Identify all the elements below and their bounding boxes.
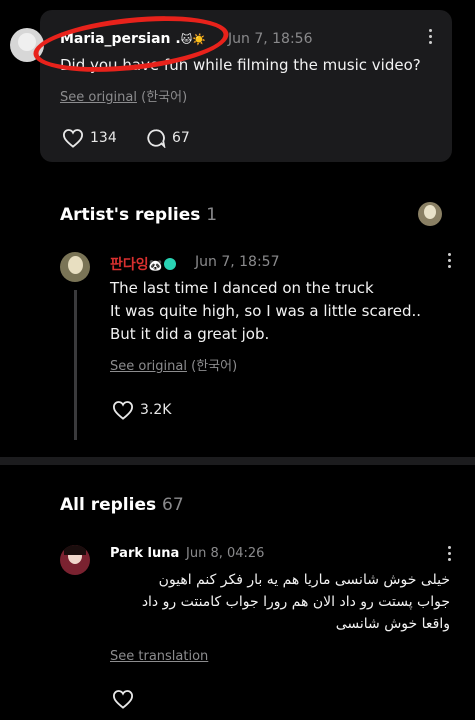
verified-badge-icon [164, 258, 177, 270]
park-luna-more-options-icon[interactable] [446, 546, 452, 564]
post-comment-count: 67 [172, 130, 190, 146]
post-see-original-lang: (한국어) [141, 90, 188, 105]
artist-reply-avatar[interactable] [60, 252, 90, 282]
comment-icon [147, 129, 166, 148]
artist-replies-count: 1 [206, 205, 218, 225]
post-comment-button[interactable]: 67 [146, 128, 190, 148]
all-replies-title: All replies [60, 495, 157, 515]
section-divider [0, 457, 475, 465]
artist-header-avatar[interactable] [418, 202, 442, 226]
thread-line [74, 290, 77, 440]
artist-reply-see-original-label: See original [110, 359, 187, 374]
post-timestamp: Jun 7, 18:56 [228, 31, 313, 47]
artist-reply-name[interactable]: 판다잉🐼 [110, 254, 177, 274]
artist-reply-like-count: 3.2K [140, 402, 172, 418]
artist-reply-text: The last time I danced on the truck It w… [110, 279, 422, 343]
heart-icon [62, 129, 84, 148]
post-author-avatar[interactable] [10, 28, 44, 62]
artist-reply-username: 판다잉 [110, 257, 149, 273]
all-replies-count: 67 [162, 495, 184, 515]
park-luna-username[interactable]: Park luna [110, 546, 179, 561]
artist-reply-like-button[interactable]: 3.2K [112, 400, 171, 420]
park-luna-reply-text: خیلی خوش شانسی ماریا هم یه بار فکر کنم ا… [141, 572, 450, 632]
post-see-original-link[interactable]: See original (한국어) [60, 86, 187, 105]
heart-icon [112, 690, 134, 709]
artist-reply-timestamp: Jun 7, 18:57 [195, 254, 280, 270]
post-like-button[interactable]: 134 [62, 128, 117, 148]
heart-icon [112, 401, 134, 420]
artist-reply-see-original-lang: (한국어) [191, 359, 238, 374]
artist-reply-see-original-link[interactable]: See original (한국어) [110, 355, 237, 374]
post-more-options-icon[interactable] [427, 29, 433, 47]
artist-reply-more-options-icon[interactable] [446, 253, 452, 271]
artist-reply-emoji: 🐼 [148, 259, 163, 272]
artist-replies-title: Artist's replies [60, 205, 201, 225]
see-translation-link[interactable]: See translation [110, 649, 208, 664]
artist-replies-heading: Artist's replies 1 [60, 205, 217, 225]
post-author-name[interactable]: Maria_persian .🐱☀️ [60, 31, 206, 47]
all-replies-heading: All replies 67 [60, 495, 184, 515]
post-see-original-label: See original [60, 90, 137, 105]
park-luna-like-button[interactable] [112, 689, 134, 709]
see-translation-label: See translation [110, 649, 209, 664]
park-luna-avatar[interactable] [60, 545, 90, 575]
post-like-count: 134 [90, 130, 117, 146]
post-text: Did you have fun while filming the music… [60, 56, 421, 74]
post-author-username: Maria_persian [60, 31, 171, 47]
park-luna-timestamp: Jun 8, 04:26 [186, 546, 265, 561]
post-author-emojis: 🐱☀️ [180, 33, 206, 46]
